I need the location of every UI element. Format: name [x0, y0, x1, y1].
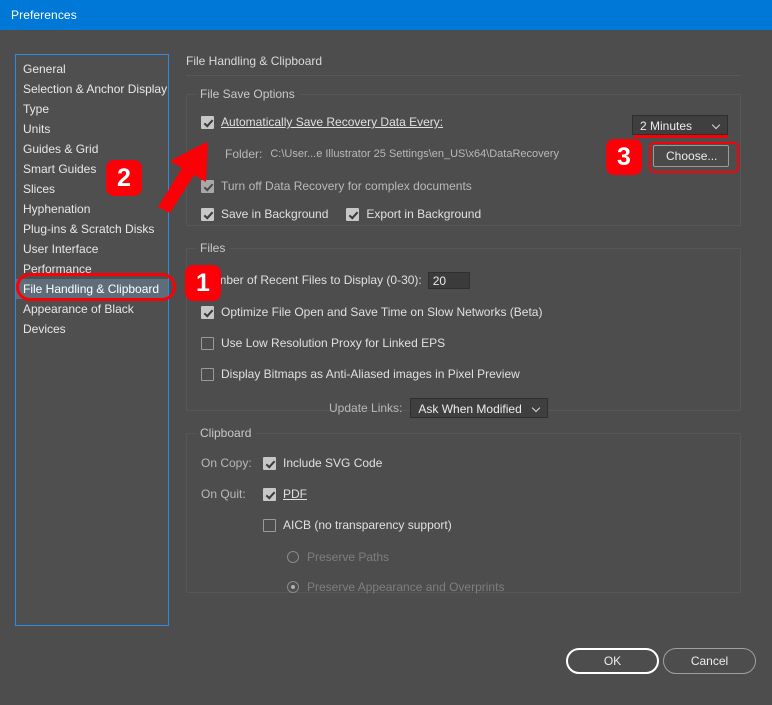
sidebar-item-units[interactable]: Units	[16, 119, 168, 139]
update-links-row: Update Links: Ask When Modified	[201, 397, 726, 419]
turn-off-recovery-label: Turn off Data Recovery for complex docum…	[221, 179, 472, 193]
auto-save-label: Automatically Save Recovery Data Every:	[221, 115, 444, 129]
update-links-select[interactable]: Ask When Modified	[410, 398, 549, 418]
export-in-background-label: Export in Background	[366, 207, 482, 221]
chevron-down-icon	[533, 405, 541, 410]
sidebar-item-devices[interactable]: Devices	[16, 319, 168, 339]
on-quit-row: On Quit: PDF	[201, 483, 726, 505]
clipboard-group: Clipboard On Copy: Include SVG Code On Q…	[186, 426, 741, 594]
preserve-paths-label: Preserve Paths	[307, 550, 390, 564]
optimize-checkbox[interactable]	[201, 305, 214, 319]
pdf-checkbox[interactable]	[263, 487, 276, 501]
window-title: Preferences	[11, 8, 77, 22]
cancel-button[interactable]: Cancel	[663, 648, 756, 674]
background-options-row: Save in Background Export in Background	[201, 203, 726, 225]
files-legend: Files	[195, 241, 231, 255]
sidebar-item-plugins-scratch-disks[interactable]: Plug-ins & Scratch Disks	[16, 219, 168, 239]
annotation-highlight-choose-button	[649, 142, 739, 173]
low-res-proxy-label: Use Low Resolution Proxy for Linked EPS	[221, 336, 446, 350]
preferences-category-list[interactable]: General Selection & Anchor Display Type …	[15, 54, 169, 626]
page-title: File Handling & Clipboard	[186, 54, 741, 76]
sidebar-item-user-interface[interactable]: User Interface	[16, 239, 168, 259]
folder-row: Folder: C:\User...e Illustrator 25 Setti…	[201, 143, 726, 165]
chevron-down-icon	[713, 122, 721, 127]
sidebar-item-general[interactable]: General	[16, 59, 168, 79]
on-copy-row: On Copy: Include SVG Code	[201, 452, 726, 474]
low-res-proxy-row: Use Low Resolution Proxy for Linked EPS	[201, 332, 726, 354]
update-links-label: Update Links:	[329, 401, 403, 415]
auto-save-interval-select[interactable]: 2 Minutes	[632, 115, 728, 135]
aicb-label: AICB (no transparency support)	[283, 518, 452, 532]
annotation-highlight-sidebar-item	[16, 273, 176, 301]
folder-label: Folder:	[225, 147, 263, 161]
aicb-row: AICB (no transparency support)	[201, 514, 726, 536]
clipboard-legend: Clipboard	[195, 426, 257, 440]
annotation-badge-2: 2	[106, 160, 142, 196]
ok-button[interactable]: OK	[566, 648, 659, 674]
folder-path-value: C:\User...e Illustrator 25 Settings\en_U…	[270, 148, 559, 160]
file-save-options-legend: File Save Options	[195, 87, 300, 101]
annotation-badge-3: 3	[606, 139, 642, 175]
aicb-checkbox[interactable]	[263, 518, 276, 532]
annotation-badge-1: 1	[185, 265, 221, 301]
display-bitmaps-checkbox[interactable]	[201, 367, 214, 381]
low-res-proxy-checkbox[interactable]	[201, 336, 214, 350]
optimize-label: Optimize File Open and Save Time on Slow…	[221, 305, 543, 319]
preserve-appearance-radio[interactable]	[287, 581, 299, 593]
update-links-value: Ask When Modified	[418, 402, 522, 416]
recent-files-input[interactable]: 20	[427, 271, 470, 289]
display-bitmaps-label: Display Bitmaps as Anti-Aliased images i…	[221, 367, 520, 381]
display-bitmaps-row: Display Bitmaps as Anti-Aliased images i…	[201, 363, 726, 385]
sidebar-item-selection-anchor-display[interactable]: Selection & Anchor Display	[16, 79, 168, 99]
preserve-paths-row: Preserve Paths	[201, 546, 726, 568]
sidebar-item-appearance-of-black[interactable]: Appearance of Black	[16, 299, 168, 319]
optimize-row: Optimize File Open and Save Time on Slow…	[201, 301, 726, 323]
annotation-arrow-icon	[158, 143, 208, 213]
export-in-background-checkbox[interactable]	[346, 207, 360, 221]
files-group: Files Number of Recent Files to Display …	[186, 241, 741, 418]
include-svg-checkbox[interactable]	[263, 456, 276, 470]
window-titlebar: Preferences	[0, 0, 772, 30]
auto-save-checkbox[interactable]	[201, 115, 214, 129]
preferences-dialog: Preferences General Selection & Anchor D…	[0, 0, 772, 705]
include-svg-label: Include SVG Code	[283, 456, 383, 470]
turn-off-recovery-row: Turn off Data Recovery for complex docum…	[201, 175, 726, 197]
preserve-appearance-label: Preserve Appearance and Overprints	[307, 580, 505, 594]
recent-files-label: Number of Recent Files to Display (0-30)…	[201, 273, 422, 287]
preserve-paths-radio[interactable]	[287, 551, 299, 563]
pdf-label: PDF	[283, 487, 307, 501]
preserve-appearance-row: Preserve Appearance and Overprints	[201, 576, 726, 598]
save-in-background-label: Save in Background	[221, 207, 329, 221]
sidebar-item-type[interactable]: Type	[16, 99, 168, 119]
annotation-underline-interval-select	[634, 135, 728, 138]
on-quit-label: On Quit:	[201, 487, 246, 501]
auto-save-interval-value: 2 Minutes	[640, 119, 693, 133]
on-copy-label: On Copy:	[201, 456, 252, 470]
recent-files-row: Number of Recent Files to Display (0-30)…	[201, 269, 726, 291]
